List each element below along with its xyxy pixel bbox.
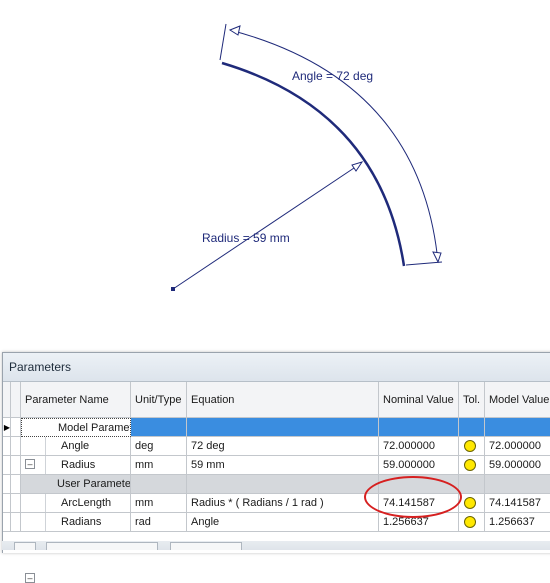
center-point — [171, 287, 175, 291]
param-unit[interactable]: deg — [131, 437, 187, 456]
collapse-icon[interactable]: – — [25, 573, 35, 583]
radius-arrow — [351, 161, 364, 172]
header-row: Parameter Name Unit/Type Equation Nomina… — [3, 382, 550, 418]
param-name[interactable]: Radius — [21, 456, 131, 475]
parameters-panel: Parameters Parameter Name Unit/Type Equa… — [2, 352, 550, 583]
tolerance-cell[interactable] — [459, 456, 485, 475]
param-name[interactable]: Radians — [21, 513, 131, 532]
param-name[interactable]: ArcLength — [21, 494, 131, 513]
col-equation[interactable]: Equation — [187, 382, 379, 418]
table-row[interactable]: Radius mm 59 mm 59.000000 59.000000 — [3, 456, 550, 475]
group-label-user[interactable]: User Parameters — [21, 475, 131, 494]
param-name[interactable]: Angle — [21, 437, 131, 456]
tolerance-cell[interactable] — [459, 437, 485, 456]
param-equation[interactable]: 59 mm — [187, 456, 379, 475]
tolerance-circle-icon — [464, 497, 476, 509]
param-unit[interactable]: mm — [131, 456, 187, 475]
angle-arrow-bottom — [432, 251, 442, 264]
bottom-tab[interactable] — [46, 542, 158, 550]
col-tolerance[interactable]: Tol. — [459, 382, 485, 418]
tolerance-circle-icon — [464, 440, 476, 452]
tolerance-circle-icon — [464, 459, 476, 471]
col-nominal-value[interactable]: Nominal Value — [379, 382, 459, 418]
param-model-value: 59.000000 — [485, 456, 550, 475]
table-row[interactable]: Angle deg 72 deg 72.000000 72.000000 — [3, 437, 550, 456]
radius-leader-line — [172, 163, 361, 290]
col-model-value[interactable]: Model Value — [485, 382, 550, 418]
param-nominal: 59.000000 — [379, 456, 459, 475]
radius-dimension-label: Radius = 59 mm — [202, 231, 290, 245]
group-row-model[interactable]: ▶ Model Paramet... – — [3, 418, 550, 469]
table-row[interactable]: ArcLength mm Radius * ( Radians / 1 rad … — [3, 494, 550, 513]
col-unit-type[interactable]: Unit/Type — [131, 382, 187, 418]
header-corner-2 — [11, 382, 21, 418]
panel-bottom-bar — [2, 541, 550, 550]
param-equation[interactable]: Angle — [187, 513, 379, 532]
tolerance-cell[interactable] — [459, 513, 485, 532]
param-unit[interactable]: rad — [131, 513, 187, 532]
angle-dimension-label: Angle = 72 deg — [292, 69, 373, 83]
param-equation[interactable]: 72 deg — [187, 437, 379, 456]
param-nominal: 72.000000 — [379, 437, 459, 456]
angle-dimension-arc — [229, 29, 439, 263]
bottom-tab[interactable] — [170, 542, 242, 550]
highlight-annotation — [364, 476, 462, 518]
header-corner — [3, 382, 11, 418]
param-model-value: 74.141587 — [485, 494, 550, 513]
extension-line-bottom — [405, 261, 443, 266]
col-parameter-name[interactable]: Parameter Name — [21, 382, 131, 418]
tolerance-cell[interactable] — [459, 494, 485, 513]
table-row[interactable]: Radians rad Angle 1.256637 1.256637 — [3, 513, 550, 532]
bottom-tab[interactable] — [14, 542, 36, 550]
group-row-user[interactable]: User Parameters – — [3, 475, 550, 583]
row-pointer-icon: ▶ — [3, 423, 11, 432]
tolerance-circle-icon — [464, 516, 476, 528]
param-equation[interactable]: Radius * ( Radians / 1 rad ) — [187, 494, 379, 513]
extension-line-top — [219, 23, 227, 61]
panel-title: Parameters — [3, 353, 550, 382]
group-label-model[interactable]: Model Paramet... — [21, 418, 131, 437]
param-model-value: 72.000000 — [485, 437, 550, 456]
sketch-canvas: Angle = 72 deg Radius = 59 mm — [171, 23, 443, 291]
angle-arrow-top — [228, 25, 241, 36]
parameters-grid: Parameter Name Unit/Type Equation Nomina… — [3, 382, 550, 583]
param-model-value: 1.256637 — [485, 513, 550, 532]
row-indicator: ▶ — [3, 418, 11, 437]
param-unit[interactable]: mm — [131, 494, 187, 513]
